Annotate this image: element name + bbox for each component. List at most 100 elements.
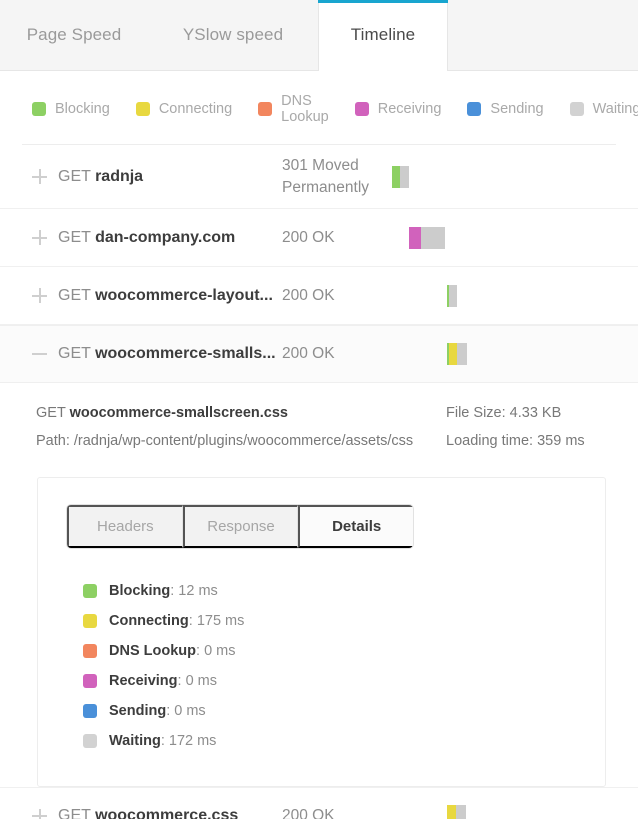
detail-tab-label: Details xyxy=(332,518,381,535)
loading-time-value: 359 ms xyxy=(537,433,585,449)
timing-swatch-icon xyxy=(83,584,97,598)
detail-panel: Headers Response Details Blocking: 12 ms Con… xyxy=(37,477,606,787)
timeline-bar-cell xyxy=(392,227,638,249)
timeline-bar xyxy=(447,343,467,365)
request-method: GET xyxy=(58,287,91,304)
legend-label: Sending xyxy=(490,101,543,117)
timing-value: 0 ms xyxy=(204,643,235,659)
timeline-bar xyxy=(447,285,457,307)
request-name: GET woocommerce-smalls... xyxy=(58,345,282,363)
tab-label: Page Speed xyxy=(27,25,122,45)
timing-swatch-icon xyxy=(83,614,97,628)
timing-label: Blocking xyxy=(109,583,170,599)
request-row[interactable]: GET woocommerce.css200 OK xyxy=(0,787,638,819)
expand-icon[interactable] xyxy=(32,169,48,185)
request-method: GET xyxy=(58,229,91,246)
timing-item: Waiting: 172 ms xyxy=(83,726,605,756)
timing-item: Connecting: 175 ms xyxy=(83,606,605,636)
file-size-label: File Size: xyxy=(446,405,506,421)
timing-item: DNS Lookup: 0 ms xyxy=(83,636,605,666)
request-method: GET xyxy=(58,168,91,185)
path-label: Path: xyxy=(36,433,70,449)
request-status: 200 OK xyxy=(282,343,392,365)
timing-text: DNS Lookup: 0 ms xyxy=(109,643,235,659)
detail-tabbar: Headers Response Details xyxy=(66,504,414,549)
expand-icon[interactable] xyxy=(32,230,48,246)
timeline-page: Page Speed YSlow speed Timeline Blocking… xyxy=(0,0,638,819)
timing-text: Blocking: 12 ms xyxy=(109,583,218,599)
legend-swatch-icon xyxy=(258,102,272,116)
timing-text: Receiving: 0 ms xyxy=(109,673,217,689)
request-method: GET xyxy=(58,345,91,362)
timing-swatch-icon xyxy=(83,704,97,718)
timeline-bar xyxy=(447,805,466,819)
tab-label: Timeline xyxy=(351,25,415,45)
detail-loading-time: Loading time: 359 ms xyxy=(446,427,606,455)
timing-swatch-icon xyxy=(83,644,97,658)
timeline-bar xyxy=(392,166,409,188)
tab-yslow-speed[interactable]: YSlow speed xyxy=(148,0,318,70)
expand-icon[interactable] xyxy=(32,808,48,819)
detail-tab-label: Response xyxy=(207,518,275,535)
timeline-bar-segment xyxy=(400,166,409,188)
legend-label: DNS Lookup xyxy=(281,93,329,125)
timeline-bar-cell xyxy=(392,343,638,365)
detail-tab-details[interactable]: Details xyxy=(298,505,413,548)
timeline-bar-segment xyxy=(447,805,456,819)
timing-text: Waiting: 172 ms xyxy=(109,733,216,749)
timeline-bar-segment xyxy=(409,227,421,249)
request-row[interactable]: GET woocommerce-layout...200 OK xyxy=(0,267,638,325)
legend-label: Blocking xyxy=(55,101,110,117)
request-status: 200 OK xyxy=(282,227,392,249)
timing-separator: : xyxy=(161,733,169,749)
tab-label: YSlow speed xyxy=(183,25,283,45)
timing-value: 0 ms xyxy=(186,673,217,689)
legend-label: Waiting xyxy=(593,101,638,117)
timeline-bar-segment xyxy=(456,805,466,819)
request-filename: woocommerce-smalls... xyxy=(95,345,276,362)
request-name: GET radnja xyxy=(58,168,282,186)
timeline-bar-segment xyxy=(449,285,457,307)
detail-tab-response[interactable]: Response xyxy=(183,505,299,548)
request-name: GET woocommerce-layout... xyxy=(58,287,282,305)
timeline-bar-segment xyxy=(421,227,445,249)
legend-swatch-icon xyxy=(136,102,150,116)
timing-label: Waiting xyxy=(109,733,161,749)
legend-item: Connecting xyxy=(136,101,232,117)
timing-value: 12 ms xyxy=(178,583,218,599)
timing-item: Sending: 0 ms xyxy=(83,696,605,726)
legend-swatch-icon xyxy=(355,102,369,116)
request-filename: dan-company.com xyxy=(95,229,235,246)
timing-separator: : xyxy=(189,613,197,629)
detail-meta-row: GET woocommerce-smallscreen.css File Size… xyxy=(22,399,616,427)
timing-item: Receiving: 0 ms xyxy=(83,666,605,696)
timing-label: Connecting xyxy=(109,613,189,629)
legend-item: Sending xyxy=(467,101,543,117)
detail-meta-row: Path: /radnja/wp-content/plugins/woocomm… xyxy=(22,427,616,455)
legend-item: DNS Lookup xyxy=(258,93,329,125)
path-value: /radnja/wp-content/plugins/woocommerce/a… xyxy=(74,433,413,449)
main-tabbar: Page Speed YSlow speed Timeline xyxy=(0,0,638,71)
timing-label: Receiving xyxy=(109,673,178,689)
legend-swatch-icon xyxy=(570,102,584,116)
detail-method: GET xyxy=(36,405,66,421)
tab-timeline[interactable]: Timeline xyxy=(318,0,448,71)
collapse-icon[interactable] xyxy=(32,346,48,362)
request-row[interactable]: GET woocommerce-smalls...200 OK xyxy=(0,325,638,383)
timing-separator: : xyxy=(178,673,186,689)
detail-filename: woocommerce-smallscreen.css xyxy=(70,405,288,421)
timing-value: 172 ms xyxy=(169,733,217,749)
legend-item: Receiving xyxy=(355,101,442,117)
timing-text: Connecting: 175 ms xyxy=(109,613,244,629)
detail-tab-headers[interactable]: Headers xyxy=(67,505,183,548)
legend-swatch-icon xyxy=(467,102,481,116)
request-filename: woocommerce-layout... xyxy=(95,287,273,304)
expand-icon[interactable] xyxy=(32,288,48,304)
timeline-bar-cell xyxy=(392,805,638,819)
timing-value: 0 ms xyxy=(174,703,205,719)
request-status: 200 OK xyxy=(282,285,392,307)
request-row[interactable]: GET radnja301 Moved Permanently xyxy=(0,145,638,209)
timing-swatch-icon xyxy=(83,734,97,748)
tab-page-speed[interactable]: Page Speed xyxy=(0,0,148,70)
request-row[interactable]: GET dan-company.com 200 OK xyxy=(0,209,638,267)
